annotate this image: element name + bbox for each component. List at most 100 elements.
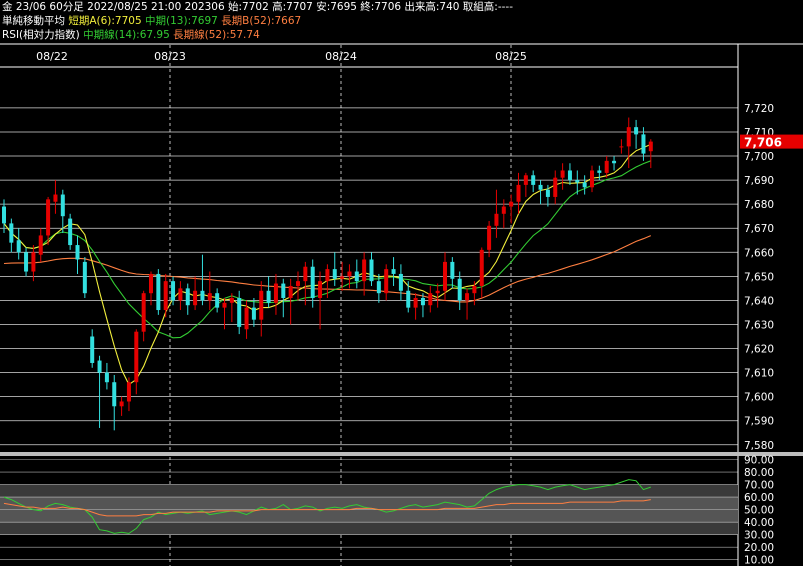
candle-body[interactable] — [281, 283, 286, 298]
date-label: 08/22 — [36, 50, 68, 63]
candle-body[interactable] — [200, 290, 205, 301]
candle-body[interactable] — [494, 213, 499, 226]
candle-body[interactable] — [354, 271, 359, 282]
candle-body[interactable] — [435, 290, 440, 294]
candle-body[interactable] — [538, 184, 543, 190]
pane-separator[interactable] — [0, 452, 803, 456]
candle-body[interactable] — [310, 266, 315, 298]
candle-body[interactable] — [560, 170, 565, 178]
candle-body[interactable] — [612, 160, 617, 164]
candle-body[interactable] — [347, 271, 352, 277]
candle-body[interactable] — [509, 201, 514, 207]
candle-body[interactable] — [68, 218, 73, 246]
candle-body[interactable] — [523, 175, 528, 185]
candle-body[interactable] — [553, 177, 558, 197]
candle-body[interactable] — [215, 293, 220, 308]
candle-body[interactable] — [597, 170, 602, 173]
candle-body[interactable] — [443, 261, 447, 291]
candle-body[interactable] — [626, 127, 631, 147]
candle-body[interactable] — [119, 401, 124, 407]
price-tick-label: 7,720 — [744, 103, 774, 115]
candle-body[interactable] — [75, 245, 80, 260]
candle-body[interactable] — [273, 283, 278, 303]
candle-body[interactable] — [428, 293, 433, 306]
candle-body[interactable] — [90, 336, 95, 363]
candle-body[interactable] — [376, 281, 381, 294]
candle-body[interactable] — [567, 170, 572, 181]
candle-body[interactable] — [244, 307, 249, 330]
candle-body[interactable] — [479, 249, 484, 286]
candle-body[interactable] — [222, 302, 227, 308]
candle-body[interactable] — [420, 298, 425, 306]
candle-body[interactable] — [296, 281, 300, 286]
candle-body[interactable] — [619, 146, 624, 148]
candle-body[interactable] — [112, 382, 117, 407]
candle-body[interactable] — [207, 293, 212, 301]
candle-body[interactable] — [38, 235, 43, 255]
candle-body[interactable] — [465, 293, 470, 301]
candle-body[interactable] — [487, 225, 492, 250]
candle-body[interactable] — [16, 240, 21, 253]
candle-body[interactable] — [457, 278, 462, 301]
candle-body[interactable] — [369, 259, 374, 282]
rsi-tick-label: 20.00 — [744, 542, 774, 554]
candle-body[interactable] — [634, 127, 639, 135]
candle-body[interactable] — [141, 293, 146, 332]
candle-body[interactable] — [604, 160, 609, 173]
candle-body[interactable] — [545, 189, 550, 197]
candle-body[interactable] — [171, 281, 176, 301]
candle-body[interactable] — [325, 269, 330, 282]
candle-body[interactable] — [340, 276, 345, 279]
candle-body[interactable] — [501, 206, 506, 214]
candle-body[interactable] — [398, 273, 403, 291]
candle-body[interactable] — [237, 298, 242, 327]
price-tick-label: 7,680 — [744, 199, 774, 211]
candle-body[interactable] — [384, 269, 389, 294]
candle-body[interactable] — [251, 307, 256, 320]
candle-body[interactable] — [648, 141, 653, 152]
price-chart[interactable]: 08/22 08/23 08/24 08/257,7207,7107,7007,690… — [0, 0, 803, 566]
candle-body[interactable] — [193, 290, 198, 306]
candle-body[interactable] — [2, 206, 6, 224]
candle-body[interactable] — [582, 182, 587, 188]
candle-body[interactable] — [31, 252, 36, 272]
candle-body[interactable] — [472, 285, 477, 294]
candle-body[interactable] — [575, 180, 580, 183]
candle-body[interactable] — [126, 382, 131, 402]
candle-body[interactable] — [24, 252, 29, 272]
candle-body[interactable] — [266, 290, 271, 303]
candle-body[interactable] — [185, 288, 190, 306]
price-tick-label: 7,590 — [744, 416, 774, 428]
candle-body[interactable] — [134, 331, 139, 383]
candle-body[interactable] — [163, 281, 168, 311]
candle-body[interactable] — [259, 290, 264, 320]
candle-body[interactable] — [82, 261, 87, 294]
candle-body[interactable] — [229, 298, 234, 303]
candle-body[interactable] — [104, 372, 109, 383]
price-tick-label: 7,700 — [744, 151, 774, 163]
candle-body[interactable] — [641, 134, 646, 154]
candle-body[interactable] — [516, 184, 521, 202]
price-tick-label: 7,580 — [744, 440, 774, 452]
rsi-tick-label: 40.00 — [744, 517, 774, 529]
candle-body[interactable] — [413, 298, 418, 308]
candle-body[interactable] — [97, 360, 102, 373]
candle-body[interactable] — [149, 273, 153, 294]
candle-body[interactable] — [303, 266, 308, 282]
candle-body[interactable] — [178, 288, 183, 301]
candle-body[interactable] — [590, 170, 594, 188]
candle-body[interactable] — [156, 273, 161, 311]
candle-body[interactable] — [406, 290, 411, 308]
candle-body[interactable] — [362, 259, 367, 282]
candle-body[interactable] — [46, 199, 51, 236]
candle-body[interactable] — [9, 223, 14, 243]
candle-body[interactable] — [531, 175, 536, 185]
candle-body[interactable] — [288, 285, 293, 298]
candle-body[interactable] — [391, 269, 396, 274]
candle-body[interactable] — [332, 269, 337, 279]
candle-body[interactable] — [318, 281, 323, 298]
candle-body[interactable] — [450, 261, 455, 279]
candle-body[interactable] — [53, 194, 58, 202]
price-tick-label: 7,660 — [744, 247, 774, 259]
candle-body[interactable] — [60, 194, 65, 217]
